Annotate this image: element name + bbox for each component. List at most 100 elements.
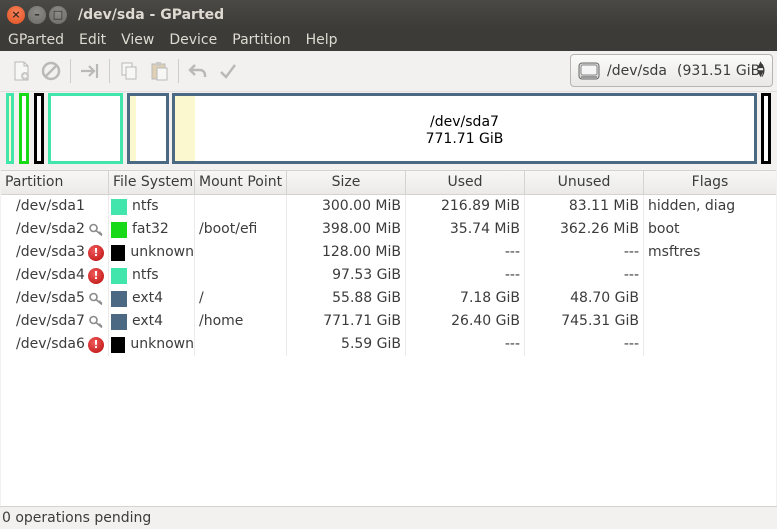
menu-help[interactable]: Help: [298, 32, 345, 48]
toolbar-separator: [178, 59, 179, 83]
partition-name: /dev/sda7: [16, 313, 85, 329]
cell-partition: /dev/sda5: [1, 287, 109, 310]
partition-table: Partition File System Mount Point Size U…: [1, 170, 776, 506]
partition-name: /dev/sda2: [16, 221, 85, 237]
map-partition-sda1[interactable]: [6, 93, 14, 164]
cell-unused: 48.70 GiB: [525, 287, 644, 310]
menu-gparted[interactable]: GParted: [0, 32, 71, 48]
map-partition-sda5[interactable]: [127, 93, 169, 164]
resize-arrow-icon: [81, 64, 99, 78]
cell-partition: /dev/sda7: [1, 310, 109, 333]
menu-device[interactable]: Device: [161, 32, 224, 48]
map-partition-sda4[interactable]: [48, 93, 123, 164]
cell-used: ---: [406, 264, 525, 287]
minimize-window-button[interactable]: –: [28, 5, 46, 24]
column-header-file-system[interactable]: File System: [109, 171, 195, 195]
fs-type: ntfs: [132, 267, 159, 283]
apply-button[interactable]: [213, 56, 243, 86]
cell-mount-point: [195, 333, 287, 356]
toolbar: /dev/sda (931.51 GiB) ▲ ▼: [0, 51, 777, 92]
cell-file-system: fat32: [109, 218, 195, 241]
cell-unused: 362.26 MiB: [525, 218, 644, 241]
cell-partition: /dev/sda1: [1, 195, 109, 218]
error-icon: !: [88, 244, 104, 261]
cell-flags: boot: [648, 221, 680, 237]
table-row[interactable]: /dev/sda7 ext4/home 771.71 GiB 26.40 GiB 745…: [1, 310, 776, 333]
table-row[interactable]: /dev/sda6! unknown 5.59 GiB --- ---: [1, 333, 776, 356]
fs-color-swatch: [111, 290, 127, 307]
column-header-unused[interactable]: Unused: [525, 171, 644, 195]
menu-edit[interactable]: Edit: [71, 32, 113, 48]
map-partition-sda6[interactable]: [761, 93, 771, 164]
cell-mount-point: [195, 264, 287, 287]
fs-color-swatch: [111, 336, 126, 353]
column-header-mount-point[interactable]: Mount Point: [195, 171, 287, 195]
cell-used: 26.40 GiB: [406, 310, 525, 333]
toolbar-separator: [70, 59, 71, 83]
partition-name: /dev/sda3: [16, 244, 85, 260]
menu-view[interactable]: View: [113, 32, 161, 48]
column-header-flags[interactable]: Flags: [644, 171, 776, 195]
cell-unused: ---: [525, 264, 644, 287]
fs-color-swatch: [111, 244, 126, 261]
table-row[interactable]: /dev/sda4! ntfs 97.53 GiB --- ---: [1, 264, 776, 287]
close-window-button[interactable]: ×: [7, 5, 25, 24]
table-row[interactable]: /dev/sda3! unknown 128.00 MiB --- --- msftres: [1, 241, 776, 264]
copy-icon: [121, 62, 137, 80]
cell-flags: [644, 264, 776, 287]
column-header-size[interactable]: Size: [287, 171, 406, 195]
cell-mount-point: [195, 241, 287, 264]
device-selector[interactable]: /dev/sda (931.51 GiB) ▲ ▼: [570, 54, 773, 87]
map-partition-sda7[interactable]: /dev/sda7 771.71 GiB: [172, 93, 757, 164]
cell-size: 398.00 MiB: [287, 218, 406, 241]
cell-used: 216.89 MiB: [406, 195, 525, 218]
table-row[interactable]: /dev/sda5 ext4 /55.88 GiB 7.18 GiB 48.70 GiB: [1, 287, 776, 310]
copy-button[interactable]: [114, 56, 144, 86]
disk-partition-map: /dev/sda7 771.71 GiB: [4, 93, 773, 164]
table-row[interactable]: /dev/sda1 ntfs 300.00 MiB 216.89 MiB 83.11 M…: [1, 195, 776, 218]
resize-move-button[interactable]: [75, 56, 105, 86]
selected-partition-name: /dev/sda7: [430, 114, 499, 130]
hard-disk-icon: [578, 62, 600, 79]
paste-button[interactable]: [144, 56, 174, 86]
fs-type: ext4: [132, 313, 164, 329]
cell-size: 300.00 MiB: [287, 195, 406, 218]
cell-file-system: unknown: [109, 241, 195, 264]
fs-type: ext4: [132, 290, 164, 306]
partition-name: /dev/sda1: [16, 198, 85, 214]
cell-file-system: unknown: [109, 333, 195, 356]
undo-button[interactable]: [183, 56, 213, 86]
partition-name: /dev/sda5: [16, 290, 85, 306]
map-partition-sda2[interactable]: [19, 93, 29, 164]
cell-size: 5.59 GiB: [287, 333, 406, 356]
cell-used: ---: [406, 241, 525, 264]
cell-file-system: ntfs: [109, 195, 195, 218]
column-header-used[interactable]: Used: [406, 171, 525, 195]
cell-mount-point: /: [195, 287, 287, 310]
partition-name: /dev/sda6: [16, 336, 85, 352]
cell-used: 7.18 GiB: [406, 287, 525, 310]
status-bar: 0 operations pending: [0, 506, 777, 529]
device-name: /dev/sda: [607, 62, 667, 79]
fs-color-swatch: [111, 313, 127, 330]
maximize-window-button[interactable]: □: [49, 5, 67, 24]
map-partition-sda3[interactable]: [34, 93, 44, 164]
fs-type: unknown: [130, 244, 194, 260]
cell-size: 97.53 GiB: [287, 264, 406, 287]
column-header-partition[interactable]: Partition: [1, 171, 109, 195]
cell-partition: /dev/sda6!: [1, 333, 109, 356]
menu-partition[interactable]: Partition: [224, 32, 297, 48]
error-icon: !: [88, 336, 104, 353]
cell-size: 128.00 MiB: [287, 241, 406, 264]
cell-file-system: ext4: [109, 287, 195, 310]
cell-unused: ---: [525, 333, 644, 356]
cell-unused: 83.11 MiB: [525, 195, 644, 218]
cell-unused: ---: [525, 241, 644, 264]
window-title: /dev/sda - GParted: [78, 6, 225, 23]
delete-partition-button[interactable]: [36, 56, 66, 86]
table-body: /dev/sda1 ntfs 300.00 MiB 216.89 MiB 83.11 M…: [1, 195, 776, 356]
table-row[interactable]: /dev/sda2 fat32/boot/efi 398.00 MiB 35.74 M…: [1, 218, 776, 241]
cell-unused: 745.31 GiB: [525, 310, 644, 333]
new-partition-button[interactable]: [6, 56, 36, 86]
fs-color-swatch: [111, 198, 127, 215]
